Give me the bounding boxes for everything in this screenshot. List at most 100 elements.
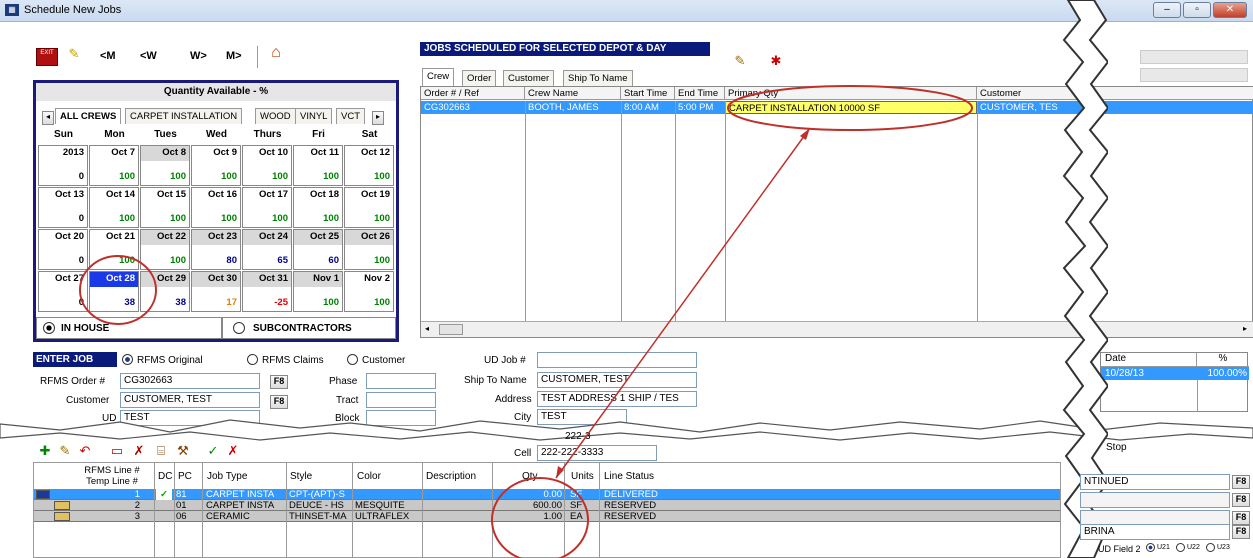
scroll-right-arrow[interactable]: ▸ — [1243, 324, 1247, 333]
u21-radio[interactable] — [1146, 543, 1155, 552]
pencil-icon[interactable]: ✎ — [64, 45, 84, 65]
subcontractors-radio[interactable] — [233, 322, 245, 334]
rfms-order-input[interactable]: CG302663 — [120, 373, 260, 389]
col-primary-qty[interactable]: Primary Qty — [725, 87, 977, 100]
calendar-day-cell[interactable]: Nov 2 100 — [344, 271, 394, 312]
tab-ship-to-name[interactable]: Ship To Name — [563, 70, 633, 86]
col-crew-name[interactable]: Crew Name — [525, 87, 621, 100]
calendar-day-cell[interactable]: Oct 20 0 — [38, 229, 88, 270]
tab-vinyl[interactable]: VINYL — [295, 108, 333, 124]
calendar-day-cell[interactable]: Oct 8 100 — [140, 145, 190, 186]
exit-button[interactable]: EXIT — [36, 48, 58, 66]
u22-radio[interactable] — [1176, 543, 1185, 552]
in-house-radio[interactable] — [43, 322, 55, 334]
tab-customer[interactable]: Customer — [503, 70, 555, 86]
close-button[interactable]: ✕ — [1213, 2, 1247, 18]
customer-radio[interactable] — [347, 354, 358, 365]
calendar-day-cell[interactable]: Oct 7 100 — [89, 145, 139, 186]
col-dc[interactable]: DC — [158, 471, 172, 482]
rfms-claims-radio[interactable] — [247, 354, 258, 365]
ship-to-input[interactable]: CUSTOMER, TEST — [537, 372, 697, 388]
calendar-day-cell[interactable]: Oct 31 -25 — [242, 271, 292, 312]
tab-all-crews[interactable]: ALL CREWS — [55, 108, 122, 124]
cell-input[interactable]: 222-222-3333 — [537, 445, 657, 461]
field-2[interactable] — [1080, 492, 1230, 508]
calendar-day-cell[interactable]: Oct 16 100 — [191, 187, 241, 228]
field-2-lookup-button[interactable]: F8 — [1232, 493, 1250, 507]
salesperson-field[interactable]: BRINA — [1080, 524, 1230, 540]
status-field[interactable]: NTINUED — [1080, 474, 1230, 490]
col-color[interactable]: Color — [357, 471, 381, 482]
next-week-button[interactable]: W> — [190, 50, 207, 62]
col-pc[interactable]: PC — [178, 471, 192, 482]
col-order-ref[interactable]: Order # / Ref — [421, 87, 525, 100]
scroll-thumb[interactable] — [439, 324, 463, 335]
calendar-day-cell[interactable]: Oct 25 60 — [293, 229, 343, 270]
col-rfms-line[interactable]: RFMS Line # Temp Line # — [82, 465, 142, 487]
undo-icon[interactable]: ↶ — [76, 442, 94, 460]
reject-icon[interactable]: ✗ — [224, 442, 242, 460]
field-3-lookup-button[interactable]: F8 — [1232, 511, 1250, 525]
calendar-day-cell[interactable]: Oct 30 17 — [191, 271, 241, 312]
new-job-icon[interactable]: ✎ — [730, 52, 750, 70]
col-end-time[interactable]: End Time — [675, 87, 725, 100]
col-units[interactable]: Units — [571, 471, 594, 482]
col-line-status[interactable]: Line Status — [604, 471, 654, 482]
tools-icon[interactable]: ⚒ — [174, 442, 192, 460]
col-style[interactable]: Style — [290, 471, 312, 482]
check-icon[interactable]: ✓ — [204, 442, 222, 460]
customer-input[interactable]: CUSTOMER, TEST — [120, 392, 260, 408]
address-input[interactable]: TEST ADDRESS 1 SHIP / TES — [537, 391, 697, 407]
rfms-original-radio[interactable] — [122, 354, 133, 365]
in-house-option[interactable]: IN HOUSE — [36, 317, 222, 339]
col-start-time[interactable]: Start Time — [621, 87, 675, 100]
tab-crew[interactable]: Crew — [422, 68, 455, 86]
minimize-button[interactable]: – — [1153, 2, 1181, 18]
calendar-day-cell[interactable]: Oct 19 100 — [344, 187, 394, 228]
maximize-button[interactable]: ▫ — [1183, 2, 1211, 18]
customer-lookup-button[interactable]: F8 — [270, 395, 288, 409]
next-month-button[interactable]: M> — [226, 50, 242, 62]
calendar-day-cell[interactable]: Oct 14 100 — [89, 187, 139, 228]
col-customer[interactable]: Customer — [977, 87, 1253, 100]
subcontractors-option[interactable]: SUBCONTRACTORS — [222, 317, 396, 339]
col-description[interactable]: Description — [426, 471, 476, 482]
tab-scroll-left[interactable]: ◂ — [42, 111, 54, 125]
tab-carpet-installation[interactable]: CARPET INSTALLATION — [125, 108, 243, 124]
calendar-day-cell[interactable]: Oct 28 38 — [89, 271, 139, 312]
tab-scroll-right[interactable]: ▸ — [372, 111, 384, 125]
calendar-day-cell[interactable]: Oct 18 100 — [293, 187, 343, 228]
jobs-hscrollbar[interactable]: ◂ ▸ — [421, 321, 1253, 337]
calendar-day-cell[interactable]: Oct 22 100 — [140, 229, 190, 270]
calendar-day-cell[interactable]: Oct 12 100 — [344, 145, 394, 186]
calendar-day-cell[interactable]: Oct 27 0 — [38, 271, 88, 312]
delete-job-icon[interactable]: ✱ — [766, 52, 786, 70]
house-icon[interactable]: ⌂ — [264, 44, 288, 66]
calendar-day-cell[interactable]: Oct 26 100 — [344, 229, 394, 270]
tag-icon[interactable]: ▭ — [108, 442, 126, 460]
status-lookup-button[interactable]: F8 — [1232, 475, 1250, 489]
rfms-order-lookup-button[interactable]: F8 — [270, 375, 288, 389]
salesperson-lookup-button[interactable]: F8 — [1232, 525, 1250, 539]
truck-icon[interactable]: ⌸ — [152, 442, 170, 460]
prev-month-button[interactable]: <M — [100, 50, 116, 62]
calendar-day-cell[interactable]: Oct 11 100 — [293, 145, 343, 186]
calendar-day-cell[interactable]: Oct 10 100 — [242, 145, 292, 186]
calendar-day-cell[interactable]: Oct 21 100 — [89, 229, 139, 270]
calendar-day-cell[interactable]: Nov 1 100 — [293, 271, 343, 312]
calendar-day-cell[interactable]: Oct 23 80 — [191, 229, 241, 270]
col-job-type[interactable]: Job Type — [207, 471, 247, 482]
scroll-left-arrow[interactable]: ◂ — [425, 324, 429, 333]
tract-input[interactable] — [366, 392, 436, 408]
tab-vct[interactable]: VCT — [336, 108, 365, 124]
col-qty[interactable]: Qty — [522, 471, 538, 482]
edit-line-icon[interactable]: ✎ — [56, 442, 74, 460]
phase-input[interactable] — [366, 373, 436, 389]
calendar-day-cell[interactable]: Oct 9 100 — [191, 145, 241, 186]
calendar-day-cell[interactable]: Oct 24 65 — [242, 229, 292, 270]
ud-job-input[interactable] — [537, 352, 697, 368]
calendar-day-cell[interactable]: 2013 0 — [38, 145, 88, 186]
cancel-tag-icon[interactable]: ✗ — [130, 442, 148, 460]
calendar-day-cell[interactable]: Oct 17 100 — [242, 187, 292, 228]
tab-wood[interactable]: WOOD — [255, 108, 296, 124]
